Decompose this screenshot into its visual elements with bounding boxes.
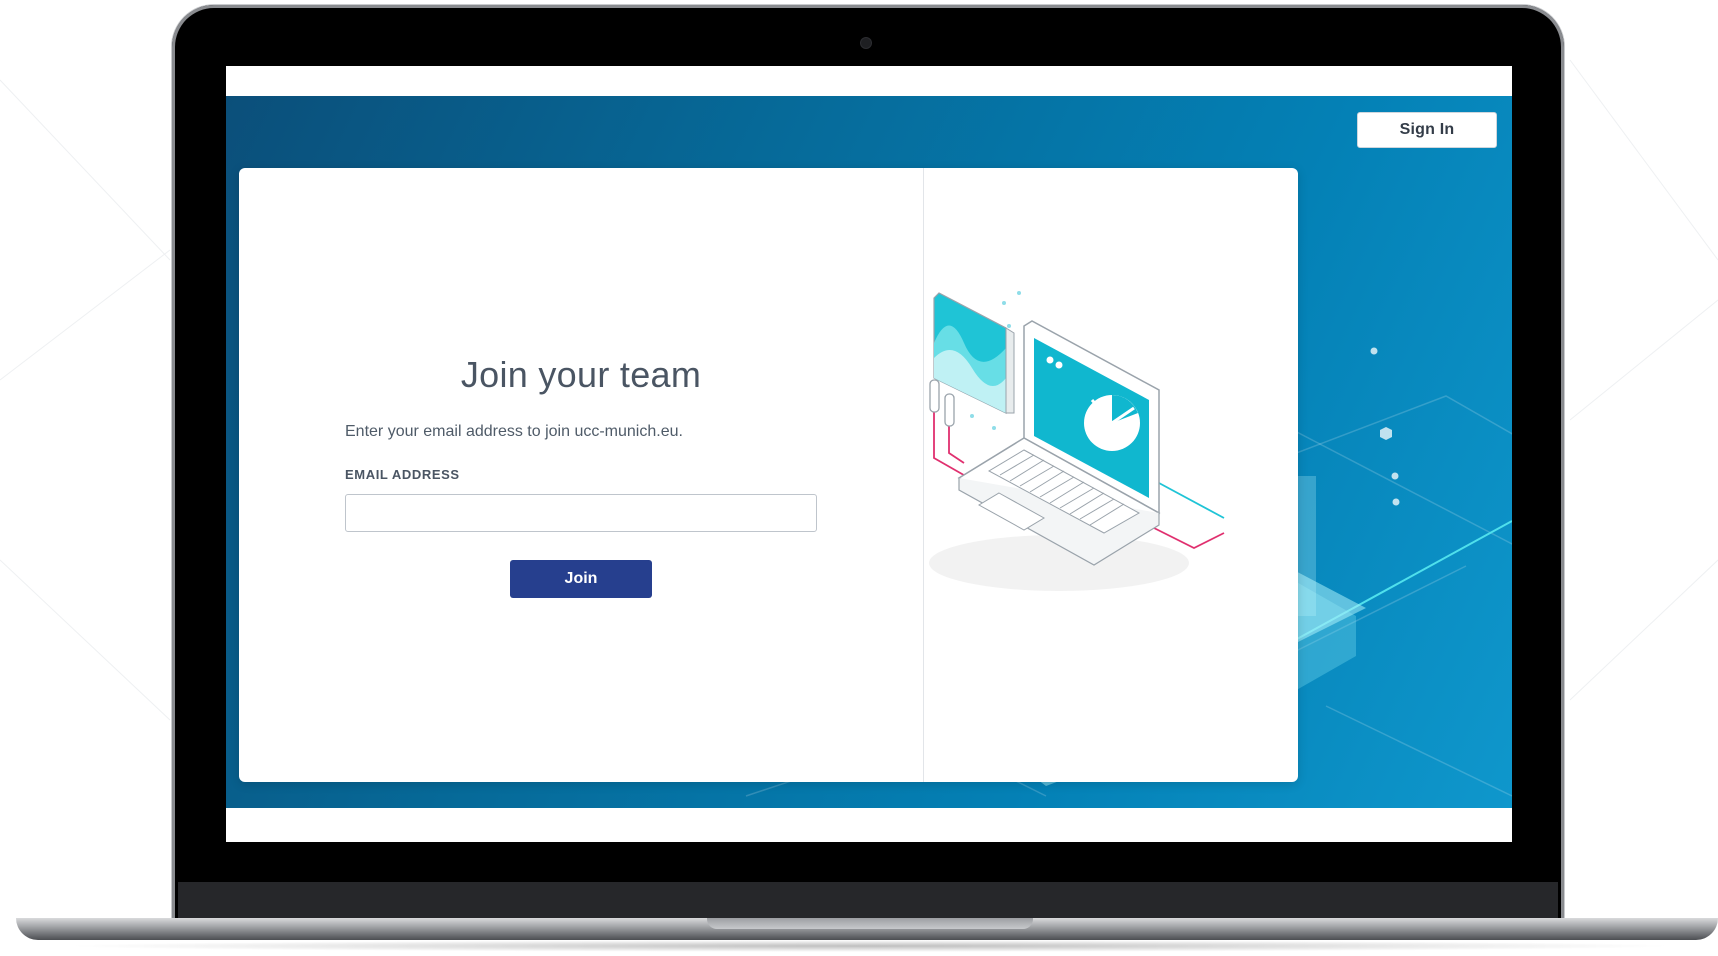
laptop-shadow [60, 940, 1680, 952]
email-field[interactable] [345, 494, 817, 532]
page-title: Join your team [460, 354, 702, 395]
join-button[interactable]: Join [510, 560, 652, 598]
sign-in-button[interactable]: Sign In [1357, 112, 1497, 148]
laptop-notch [707, 918, 1033, 929]
camera-icon [861, 38, 871, 48]
laptop-bezel-bottom [178, 882, 1558, 920]
hero-background: Sign In Join your team Enter your email … [226, 96, 1512, 808]
join-instructions: Enter your email address to join ucc-mun… [345, 423, 683, 440]
join-card: Join your team Enter your email address … [239, 168, 1298, 782]
laptop-illustration [929, 291, 1225, 591]
screen: Sign In Join your team Enter your email … [226, 66, 1512, 842]
email-label: EMAIL ADDRESS [345, 467, 460, 482]
